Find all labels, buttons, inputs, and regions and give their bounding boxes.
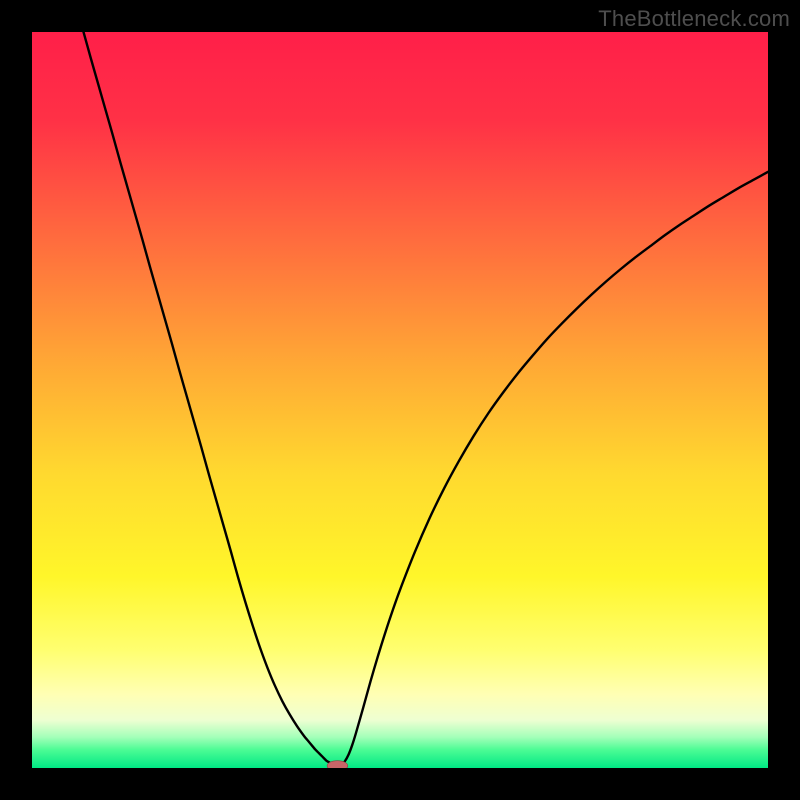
watermark-text: TheBottleneck.com (598, 6, 790, 32)
plot-area (32, 32, 768, 768)
gradient-background (32, 32, 768, 768)
chart-svg (32, 32, 768, 768)
chart-stage: TheBottleneck.com (0, 0, 800, 800)
